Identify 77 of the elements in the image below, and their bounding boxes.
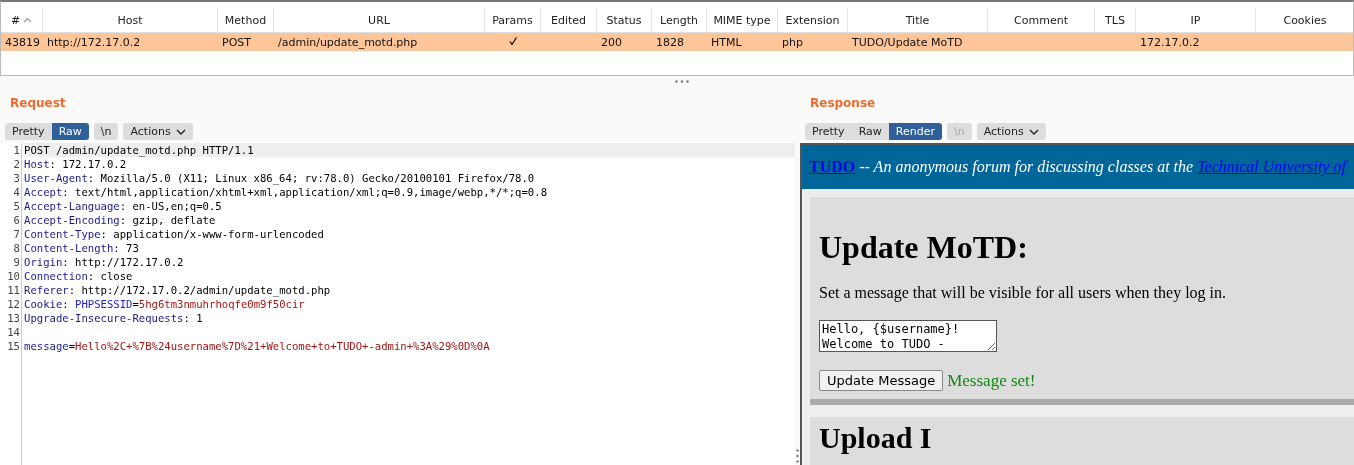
panel-title: Request xyxy=(9,95,67,112)
code-line: User-Agent: Mozilla/5.0 (X11; Linux x86_64; rv:78.0) Gecko/20100101 Firefox/78.0 xyxy=(24,171,536,185)
column-header[interactable]: Title xyxy=(848,8,988,32)
code-line: Accept-Encoding: gzip, deflate xyxy=(24,213,217,227)
message-textarea[interactable]: Hello, {$username}! Welcome to TUDO - xyxy=(819,320,997,352)
line-number: 11 xyxy=(6,283,20,297)
column-header[interactable]: Cookies xyxy=(1256,8,1353,32)
page-heading: Update MoTD: xyxy=(819,229,1029,266)
table-cell: 1828 xyxy=(656,35,684,49)
line-number: 1 xyxy=(12,143,20,157)
code-line: Content-Length: 73 xyxy=(24,241,140,255)
line-number: 13 xyxy=(6,311,20,325)
table-cell: 43819 xyxy=(5,35,40,49)
line-number: 14 xyxy=(6,325,20,339)
view-tab[interactable]: Pretty xyxy=(5,123,52,140)
column-header[interactable]: URL xyxy=(274,8,485,32)
table-cell: POST xyxy=(222,35,251,49)
column-header[interactable]: Status xyxy=(597,8,652,32)
line-number: 3 xyxy=(12,171,20,185)
column-header[interactable]: TLS xyxy=(1095,8,1136,32)
resize-handle-icon[interactable] xyxy=(796,448,799,463)
code-line: Host: 172.17.0.2 xyxy=(24,157,128,171)
column-header[interactable]: # xyxy=(1,8,43,32)
status-message: Message set! xyxy=(947,370,1036,391)
code-line: Upgrade-Insecure-Requests: 1 xyxy=(24,311,204,325)
table-row[interactable]: 43819 http://172.17.0.2 POST /admin/update_motd.php 200 1828 HTML php TUDO/Update MoTD 172.17.0.2 xyxy=(1,33,1353,51)
column-header[interactable]: MIME type xyxy=(707,8,778,32)
chevron-down-icon xyxy=(175,128,186,135)
actions-button[interactable]: Actions xyxy=(976,123,1046,140)
table-cell: HTML xyxy=(711,35,742,49)
table-cell: php xyxy=(782,35,803,49)
line-number: 9 xyxy=(12,255,20,269)
sort-ascending-icon xyxy=(23,17,33,23)
code-line: Content-Type: application/x-www-form-urlencoded xyxy=(24,227,325,241)
update-message-button[interactable]: Update Message xyxy=(819,370,944,391)
line-number: 6 xyxy=(12,213,20,227)
actions-button[interactable]: Actions xyxy=(123,123,193,140)
panel-title: Response xyxy=(809,95,877,112)
line-number: 5 xyxy=(12,199,20,213)
table-cell: 200 xyxy=(601,35,622,49)
code-line: Accept: text/html,application/xhtml+xml,application/xml;q=0.9,image/webp,*/*;q=0.8 xyxy=(24,185,548,199)
line-number: 4 xyxy=(12,185,20,199)
table-cell: 172.17.0.2 xyxy=(1140,35,1200,49)
column-header[interactable]: Host xyxy=(43,8,218,32)
view-tab[interactable]: Raw xyxy=(851,123,889,140)
view-tab[interactable]: Render xyxy=(888,123,942,140)
view-tab[interactable]: Raw xyxy=(51,123,89,140)
line-number: 12 xyxy=(6,297,20,311)
line-number: 15 xyxy=(6,339,20,353)
newline-toggle-button[interactable]: \n xyxy=(93,123,119,140)
tagline-text: -- An anonymous forum for discussing classes at the xyxy=(858,158,1195,175)
column-header[interactable]: Method xyxy=(218,8,274,32)
column-header[interactable]: Length xyxy=(652,8,707,32)
table-cell: /admin/update_motd.php xyxy=(278,35,418,49)
description-text: Set a message that will be visible for all users when they log in. xyxy=(819,284,1228,302)
code-line: message=Hello%2C+%7B%24username%7D%21+Welcome+to+TUDO+-admin+%3A%29%0D%0A xyxy=(24,339,491,353)
line-number: 2 xyxy=(12,157,20,171)
column-header[interactable]: Extension xyxy=(778,8,848,32)
code-line: Origin: http://172.17.0.2 xyxy=(24,255,185,269)
column-header[interactable]: Params xyxy=(485,8,541,32)
resize-handle-icon[interactable] xyxy=(675,79,689,83)
table-cell: TUDO/Update MoTD xyxy=(852,35,963,49)
code-line: Cookie: PHPSESSID=5hg6tm3nmuhrhoqfe0m9f50cir xyxy=(24,297,306,311)
view-tab[interactable]: Pretty xyxy=(805,123,852,140)
code-editor[interactable] xyxy=(0,143,795,465)
chevron-down-icon xyxy=(1028,128,1039,135)
table-cell: http://172.17.0.2 xyxy=(47,35,141,49)
line-number: 10 xyxy=(6,269,20,283)
page-heading: Upload I xyxy=(819,422,933,454)
code-line: Referer: http://172.17.0.2/admin/update_motd.php xyxy=(24,283,332,297)
line-number: 7 xyxy=(12,227,20,241)
code-line: Accept-Language: en-US,en;q=0.5 xyxy=(24,199,223,213)
code-line: Connection: close xyxy=(24,269,134,283)
column-header[interactable]: Comment xyxy=(988,8,1095,32)
column-header[interactable]: Edited xyxy=(541,8,597,32)
line-number: 8 xyxy=(12,241,20,255)
column-header[interactable]: IP xyxy=(1136,8,1256,32)
